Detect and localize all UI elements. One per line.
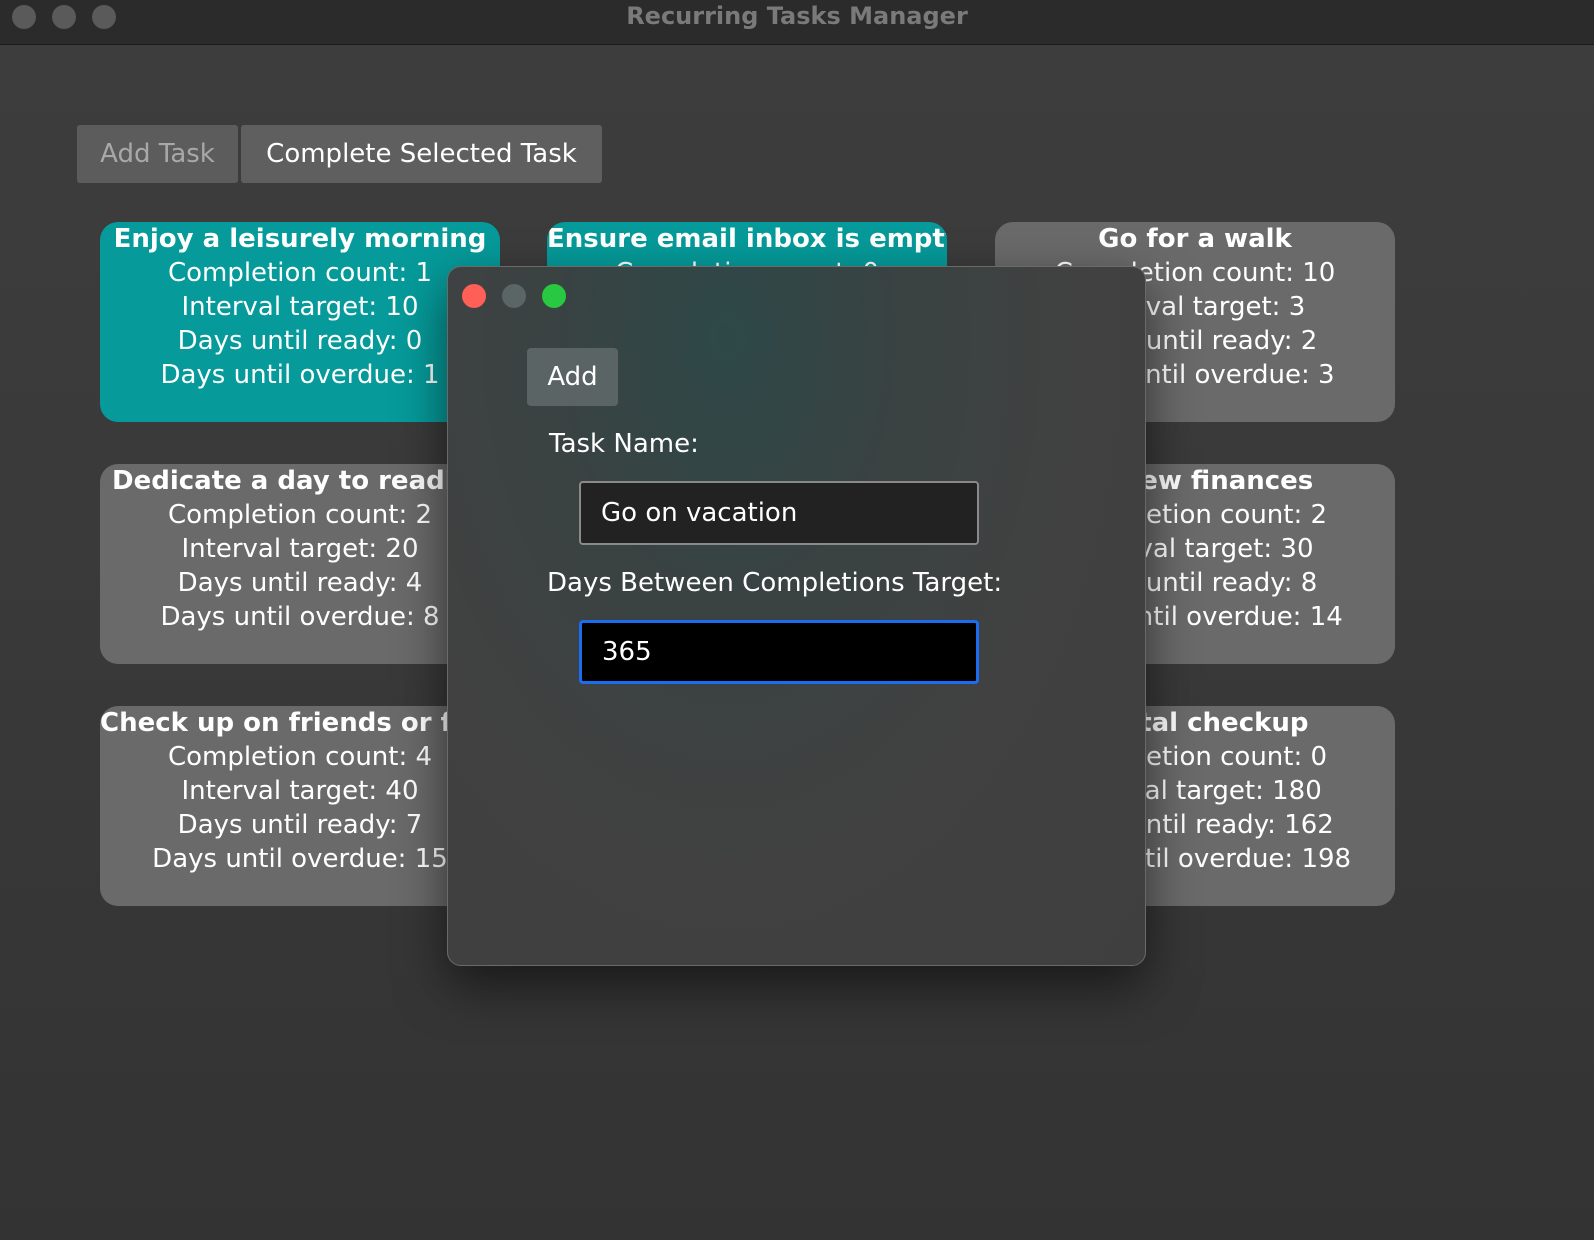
add-button[interactable]: Add — [527, 348, 618, 406]
title-bar: Recurring Tasks Manager — [0, 0, 1594, 45]
completion-count: Completion count: 4 — [167, 742, 433, 772]
add-task-dialog: Add Task Name: Days Between Completions … — [447, 266, 1146, 966]
task-card-title: Ensure email inbox is empty — [547, 224, 947, 254]
task-card-title: Go for a walk — [1098, 224, 1292, 254]
zoom-icon[interactable] — [542, 284, 566, 308]
days-until-ready: Days until ready: 4 — [177, 568, 423, 598]
days-between-label: Days Between Completions Target: — [547, 568, 1003, 598]
days-target-input[interactable] — [579, 620, 979, 684]
add-task-button[interactable]: Add Task — [77, 125, 238, 183]
completion-count: Completion count: 1 — [167, 258, 433, 288]
task-name-label: Task Name: — [549, 429, 699, 459]
task-name-input[interactable] — [579, 481, 979, 545]
window-title: Recurring Tasks Manager — [626, 2, 968, 30]
interval-target: Interval target: 40 — [181, 776, 419, 806]
task-card-title: Enjoy a leisurely morning — [113, 224, 487, 254]
complete-selected-task-button[interactable]: Complete Selected Task — [241, 125, 602, 183]
task-card-title: Dedicate a day to reading a book — [112, 466, 500, 496]
interval-target: Interval target: 10 — [181, 292, 419, 322]
task-card-enjoy-morning[interactable]: Enjoy a leisurely morning Completion cou… — [100, 222, 500, 422]
days-until-ready: Days until ready: 0 — [177, 326, 423, 356]
days-until-overdue: Days until overdue: 1 — [160, 360, 440, 390]
task-card-check-friends[interactable]: Check up on friends or family Completion… — [100, 706, 500, 906]
days-until-overdue: Days until overdue: 15 — [152, 844, 448, 874]
close-icon[interactable] — [462, 284, 486, 308]
days-until-ready: Days until ready: 7 — [177, 810, 423, 840]
task-card-title: Check up on friends or family — [100, 708, 500, 738]
interval-target: Interval target: 20 — [181, 534, 419, 564]
days-until-overdue: Days until overdue: 8 — [160, 602, 440, 632]
task-card-reading-book[interactable]: Dedicate a day to reading a book Complet… — [100, 464, 500, 664]
completion-count: Completion count: 2 — [167, 500, 433, 530]
minimize-icon[interactable] — [502, 284, 526, 308]
